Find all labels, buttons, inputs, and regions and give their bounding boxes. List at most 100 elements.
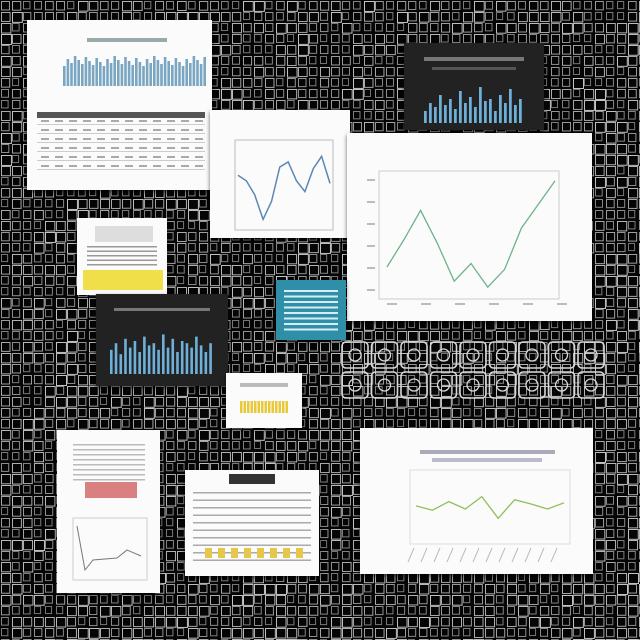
grid-cell: [540, 628, 549, 637]
grid-cell: [617, 331, 628, 342]
grid-cell: [23, 463, 31, 472]
grid-cell: [595, 34, 605, 45]
grid-cell: [67, 617, 77, 627]
grid-cell: [320, 430, 331, 441]
grid-cell: [45, 298, 53, 307]
grid-cell: [210, 452, 219, 461]
grid-cell: [309, 452, 318, 462]
small-bar: [247, 401, 250, 413]
grid-cell: [56, 298, 66, 308]
grid-cell: [276, 67, 286, 77]
grid-cell: [628, 353, 636, 362]
grid-cell: [210, 243, 218, 252]
grid-cell: [628, 595, 639, 606]
panel-row: [87, 250, 157, 252]
grid-cell: [199, 408, 210, 419]
grid-cell: [298, 67, 308, 78]
grid-cell: [166, 276, 177, 287]
chip-glyph: [525, 378, 539, 392]
grid-cell: [254, 243, 262, 252]
bar: [439, 95, 442, 123]
y-tick: [367, 289, 375, 291]
grid-cell: [298, 56, 307, 66]
grid-cell: [386, 56, 394, 65]
teal-row: [284, 301, 338, 303]
grid-cell: [342, 595, 352, 606]
grid-cell: [23, 342, 34, 353]
teal-background: [276, 280, 346, 340]
grid-cell: [12, 166, 22, 177]
grid-cell: [331, 342, 340, 352]
grid-cell: [276, 364, 285, 374]
bar: [484, 101, 487, 123]
grid-cell: [595, 463, 606, 474]
grid-cell: [287, 23, 297, 34]
series-line: [386, 180, 556, 289]
grid-cell: [584, 331, 593, 341]
grid-cell: [122, 386, 132, 397]
grid-cell: [518, 584, 526, 593]
grid-cell: [595, 188, 603, 197]
grid-cell: [23, 507, 32, 517]
grid-cell: [265, 287, 274, 296]
grid-cell: [617, 243, 626, 253]
grid-cell: [474, 606, 484, 617]
grid-cell: [529, 584, 537, 593]
grid-cell: [584, 1, 592, 10]
grid-cell: [166, 507, 174, 516]
grid-cell: [353, 419, 361, 428]
grid-cell: [166, 419, 176, 430]
grid-cell: [265, 441, 274, 451]
mini-bar: [77, 60, 80, 86]
grid-cell: [243, 56, 253, 66]
grid-cell: [441, 617, 450, 627]
bar: [454, 109, 457, 123]
grid-cell: [342, 485, 353, 496]
grid-cell: [232, 441, 240, 450]
grid-cell: [364, 320, 375, 331]
table-cell: [83, 129, 91, 131]
table-cell: [195, 129, 203, 131]
yellow-panel-graphic: [83, 226, 163, 290]
x-tick: [523, 303, 533, 305]
grid-cell: [408, 617, 418, 628]
grid-cell: [56, 254, 65, 264]
grid-cell: [166, 265, 174, 274]
table-cell: [139, 156, 147, 158]
grid-cell: [144, 386, 153, 396]
grid-cell: [628, 166, 639, 177]
grid-cell: [463, 595, 471, 604]
grid-cell: [595, 518, 605, 528]
grid-cell: [573, 419, 582, 429]
grid-cell: [430, 606, 440, 617]
grid-cell: [320, 463, 330, 474]
grid-cell: [617, 23, 628, 34]
chip-glyph: [495, 378, 510, 392]
grid-cell: [1, 573, 12, 584]
grid-cell: [177, 606, 187, 616]
grid-cell: [485, 606, 495, 616]
grid-cell: [232, 67, 241, 77]
grid-cell: [210, 595, 220, 606]
dark-bar-chart: [424, 57, 524, 123]
grid-cell: [386, 408, 394, 417]
grid-cell: [12, 573, 22, 583]
grid-cell: [320, 595, 331, 606]
grid-cell: [474, 584, 483, 594]
grid-cell: [606, 254, 617, 265]
grid-cell: [309, 265, 320, 276]
grid-cell: [243, 12, 251, 21]
grid-cell: [375, 1, 384, 11]
grid-cell: [529, 408, 537, 417]
grid-cell: [1, 628, 9, 637]
grid-cell: [122, 397, 131, 406]
grid-cell: [320, 540, 328, 549]
grid-cell: [287, 12, 296, 22]
grid-cell: [56, 331, 64, 340]
grid-cell: [232, 89, 243, 100]
grid-cell: [12, 628, 23, 639]
grid-cell: [144, 199, 154, 209]
table-cell: [83, 156, 91, 158]
grid-cell: [232, 331, 240, 340]
grid-cell: [628, 628, 638, 638]
